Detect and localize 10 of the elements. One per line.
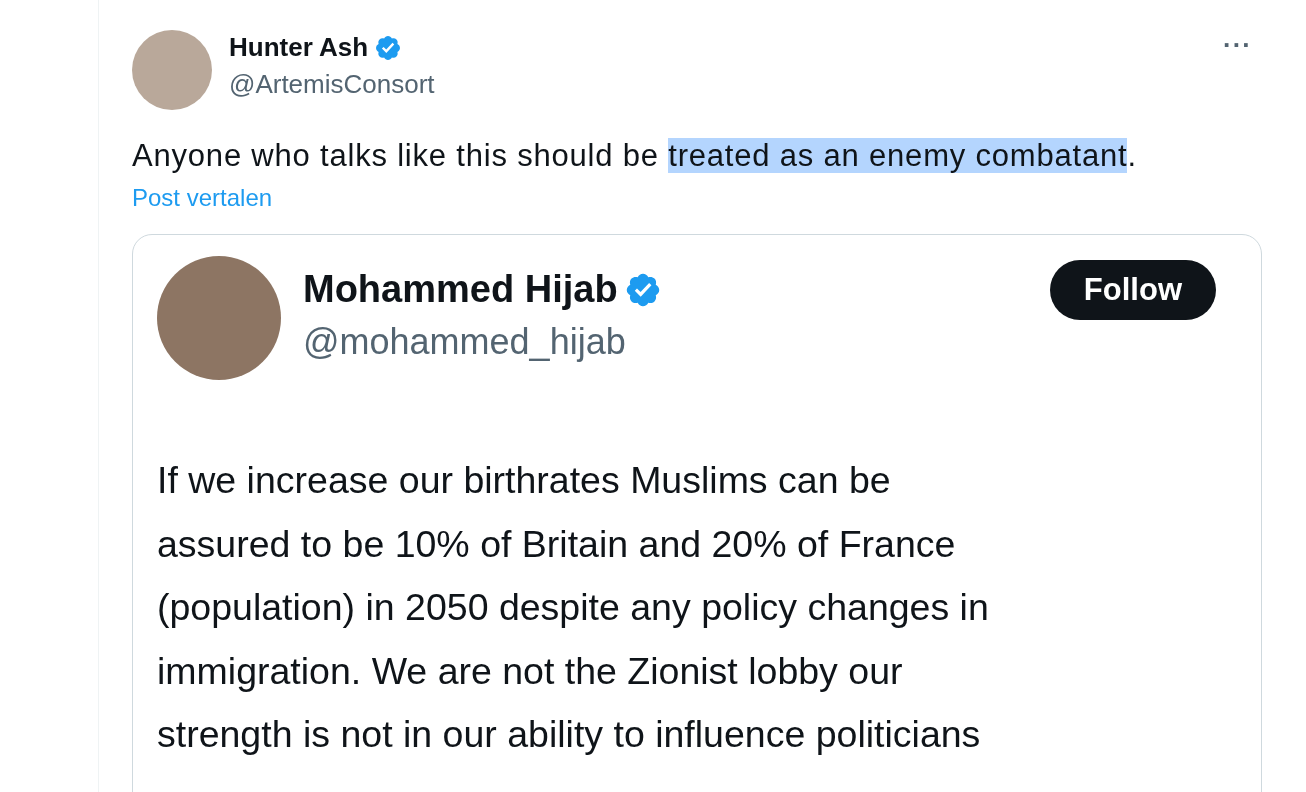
author-handle[interactable]: @ArtemisConsort [229,69,1206,100]
quoted-author-handle: @mohammed_hijab [303,321,627,363]
quoted-post-card[interactable] [132,234,1262,792]
follow-button[interactable]: Follow [1049,260,1216,320]
quoted-author-name: Mohammed Hijab [303,268,618,311]
more-options-icon[interactable]: ··· [1223,30,1252,61]
quoted-post-text: If we increase our birthrates Muslims can be assured to be 10% of Britain and 20% of France (population) in 2050 despite any policy changes in immigration. We are not the Zionist lobby our strength is not in our ability to influence politicians [157,458,990,757]
verified-badge-icon [374,33,403,62]
post-text: Anyone who talks like this should be treated as an enemy combatant. [132,137,1138,175]
author-name[interactable]: Hunter Ash [229,32,369,63]
